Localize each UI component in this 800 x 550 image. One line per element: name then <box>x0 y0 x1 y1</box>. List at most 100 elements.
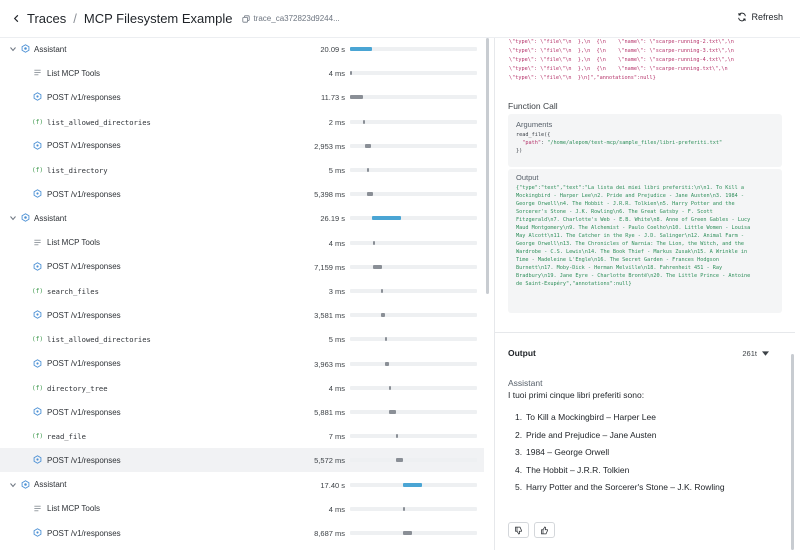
code-line: Wardrobe - C.S. Lewis\n14. The Book Thie… <box>516 249 748 255</box>
page-header: Traces / MCP Filesystem Example trace_ca… <box>0 0 800 38</box>
span-row[interactable]: (f) list_directory 5 ms <box>0 158 484 182</box>
timeline-bar <box>384 361 390 366</box>
span-duration: 5,572 ms <box>314 456 345 466</box>
breadcrumb-traces[interactable]: Traces <box>27 11 66 26</box>
list-number: 1. <box>515 412 523 422</box>
list-text: The Hobbit – J.R.R. Tolkien <box>526 464 630 475</box>
agent-icon <box>21 213 30 223</box>
request-icon <box>33 140 42 150</box>
list-text: Pride and Prejudice – Jane Austen <box>526 429 657 440</box>
span-row[interactable]: (f) search_files 3 ms <box>0 279 484 303</box>
function-icon: (f) <box>32 431 43 440</box>
span-label: POST /v1/responses <box>47 407 121 417</box>
thumbs-down-icon <box>515 526 522 535</box>
trace-tree: Assistant 20.09 s List MCP Tools 4 ms POST /… <box>0 38 490 550</box>
answer-list-item: 3. 1984 – George Orwell <box>515 447 609 457</box>
timeline-track <box>350 47 477 51</box>
span-row[interactable]: (f) list_allowed_directories 5 ms <box>0 327 484 351</box>
timeline-track <box>350 385 477 390</box>
span-row[interactable]: Assistant 20.09 s <box>0 38 484 61</box>
trace-id-copy[interactable]: trace_ca372823d9244... <box>242 14 340 23</box>
code-line: \"type\": \"file\"\n },\n {\n \"name\": … <box>509 66 728 72</box>
code-line: \"type\": \"file\"\n },\n {\n \"name\": … <box>509 57 734 63</box>
span-duration: 8,687 ms <box>314 529 345 538</box>
span-row[interactable]: POST /v1/responses 7,159 ms <box>0 255 484 279</box>
span-row[interactable]: (f) directory_tree 4 ms <box>0 376 484 400</box>
chevron-down-icon[interactable] <box>762 351 769 356</box>
timeline-track <box>350 506 477 511</box>
output-section: Output 261t Assistant I tuoi primi cinqu… <box>495 332 795 550</box>
span-label: List MCP Tools <box>47 68 101 78</box>
timeline-track <box>350 434 477 439</box>
span-row[interactable]: List MCP Tools 4 ms <box>0 497 484 521</box>
span-duration: 5 ms <box>328 166 345 175</box>
thumbs-down-button[interactable] <box>508 522 529 538</box>
span-label: directory_tree <box>47 383 108 393</box>
span-row[interactable]: POST /v1/responses 8,687 ms <box>0 521 484 545</box>
list-text: To Kill a Mockingbird – Harper Lee <box>526 412 656 422</box>
span-row[interactable]: POST /v1/responses 3,581 ms <box>0 303 484 327</box>
span-row[interactable]: Assistant 17.40 s <box>0 473 484 497</box>
timeline-track <box>350 337 477 342</box>
span-details: \"type\": \"file\"\n },\n {\n \"name\": … <box>494 38 800 550</box>
request-icon <box>33 358 42 368</box>
span-duration: 5,881 ms <box>314 408 345 417</box>
chevron-down-icon[interactable] <box>9 214 17 222</box>
request-icon <box>33 528 42 537</box>
function-icon: (f) <box>32 286 43 295</box>
timeline-bar <box>381 289 384 293</box>
chevron-left-icon[interactable] <box>9 12 23 26</box>
span-row[interactable]: (f) read_file 7 ms <box>0 424 484 448</box>
output-code: {"type":"text","text":"La lista dei miei… <box>516 184 750 288</box>
function-icon: (f) <box>32 334 43 343</box>
refresh-icon <box>738 12 747 22</box>
refresh-button[interactable]: Refresh <box>737 12 783 22</box>
agent-icon <box>21 44 30 53</box>
span-duration: 20.09 s <box>320 45 345 54</box>
code-line: Mockingbird - Harper Lee\n2. Pride and P… <box>516 193 744 199</box>
timeline-bar <box>384 337 387 342</box>
timeline-track <box>350 143 477 148</box>
output-code-title: Output <box>516 173 539 182</box>
span-duration: 2 ms <box>328 117 345 127</box>
answer-list-item: 5. Harry Potter and the Sorcerer's Stone … <box>515 482 725 492</box>
chevron-down-icon[interactable] <box>9 481 17 489</box>
timeline-bar <box>350 95 363 100</box>
list-number: 3. <box>515 447 523 457</box>
timeline-track <box>350 410 477 414</box>
span-row[interactable]: POST /v1/responses 11.73 s <box>0 85 484 109</box>
answer-list-item: 2. Pride and Prejudice – Jane Austen <box>515 430 656 440</box>
previous-output-code: \"type\": \"file\"\n },\n {\n \"name\": … <box>509 38 789 82</box>
span-label: POST /v1/responses <box>47 141 121 151</box>
assistant-intro: I tuoi primi cinque libri preferiti sono… <box>508 390 645 400</box>
span-label: Assistant <box>34 44 67 54</box>
span-row[interactable]: POST /v1/responses 5,881 ms <box>0 400 484 424</box>
span-duration: 4 ms <box>328 504 345 514</box>
svg-text:(f): (f) <box>33 167 42 174</box>
span-row[interactable]: Assistant 26.19 s <box>0 206 484 230</box>
code-line: Fitzgerald\n7. Charlotte's Web - E.B. Wh… <box>516 217 751 223</box>
timeline-track <box>350 313 477 318</box>
svg-text:(f): (f) <box>33 385 42 392</box>
span-label: POST /v1/responses <box>47 528 121 538</box>
chevron-down-icon[interactable] <box>9 45 17 53</box>
timeline-bar <box>350 71 352 76</box>
span-row[interactable]: (f) list_allowed_directories 2 ms <box>0 110 484 134</box>
span-row[interactable]: POST /v1/responses 5,398 ms <box>0 182 484 206</box>
span-row[interactable]: POST /v1/responses 5,572 ms <box>0 448 484 473</box>
span-row[interactable]: POST /v1/responses 3,963 ms <box>0 352 484 376</box>
span-label: List MCP Tools <box>47 238 101 248</box>
thumbs-up-button[interactable] <box>534 522 555 538</box>
function-call-title: Function Call <box>508 101 558 111</box>
list-text: Harry Potter and the Sorcerer's Stone – … <box>526 482 725 492</box>
arguments-code: read_file({ "path": "/home/alepom/test-m… <box>516 131 722 155</box>
refresh-label: Refresh <box>751 12 783 22</box>
copy-icon <box>242 14 251 23</box>
trace-tree-scrollbar[interactable] <box>486 38 489 294</box>
span-row[interactable]: List MCP Tools 4 ms <box>0 61 484 85</box>
span-row[interactable]: POST /v1/responses 2,953 ms <box>0 134 484 158</box>
span-label: list_directory <box>47 166 108 175</box>
details-scrollbar[interactable] <box>791 354 794 550</box>
code-line: Bradbury\n19. Jane Eyre - Charlotte Bron… <box>516 273 751 279</box>
span-row[interactable]: List MCP Tools 4 ms <box>0 231 484 255</box>
